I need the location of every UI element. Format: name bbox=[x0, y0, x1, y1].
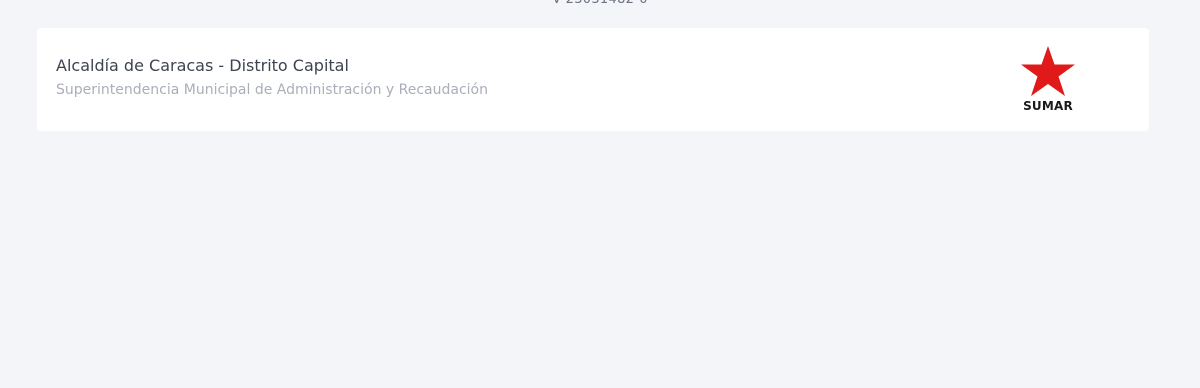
user-id-label: V-23031482-0 bbox=[0, 0, 1200, 9]
organization-title: Alcaldía de Caracas - Distrito Capital bbox=[56, 56, 349, 75]
organization-subtitle: Superintendencia Municipal de Administra… bbox=[56, 82, 488, 98]
organization-card[interactable]: Alcaldía de Caracas - Distrito Capital S… bbox=[37, 28, 1149, 131]
sumar-logo: SUMAR bbox=[1015, 44, 1081, 116]
red-star-icon bbox=[1021, 46, 1075, 96]
logo-text: SUMAR bbox=[1023, 99, 1073, 113]
